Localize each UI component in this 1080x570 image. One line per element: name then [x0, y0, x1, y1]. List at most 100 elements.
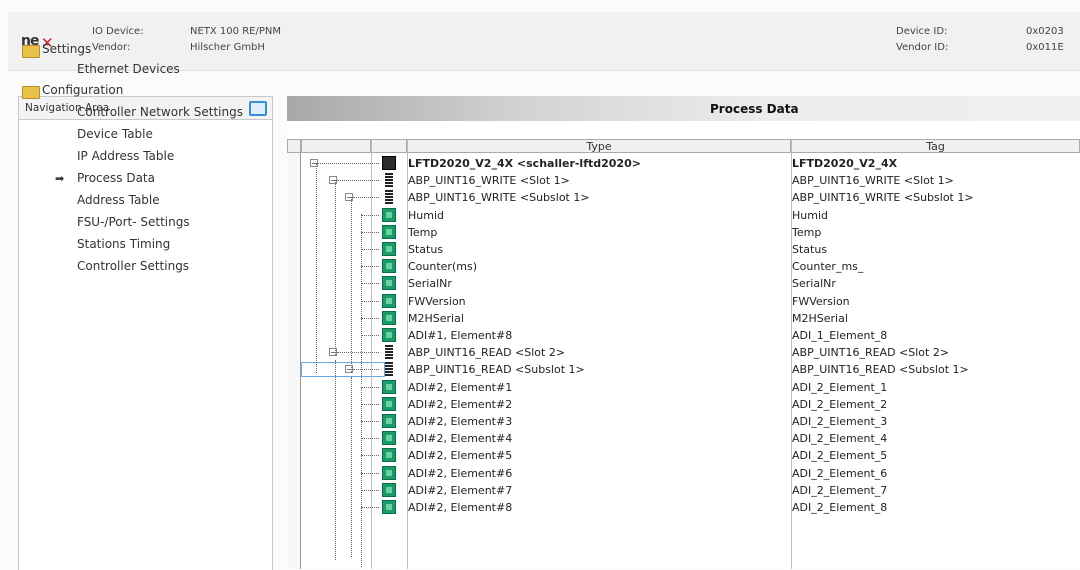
process-data-panel: Process Data Type Tag − LFTD2020_V2_4X <s…: [287, 96, 1080, 569]
tree-line: [335, 360, 336, 560]
vendor-id-value: 0x011E: [1026, 42, 1064, 53]
tree-connector: [353, 369, 379, 371]
column-header-tag[interactable]: Tag: [791, 139, 1080, 153]
type-cell: ADI#2, Element#4: [408, 432, 513, 446]
process-data-title-bar: Process Data: [287, 96, 1080, 121]
nav-item-settings[interactable]: Settings: [42, 42, 91, 56]
tag-cell[interactable]: ADI_2_Element_7: [792, 484, 887, 497]
tag-cell[interactable]: ADI_2_Element_4: [792, 432, 887, 445]
tree-connector: [361, 507, 379, 508]
type-cell: ADI#1, Element#8: [408, 329, 513, 342]
column-header-icon[interactable]: [371, 139, 407, 153]
nav-item-controller-settings[interactable]: Controller Settings: [77, 259, 189, 273]
adi-element-icon: [382, 448, 396, 463]
tree-connector: [361, 214, 379, 216]
tag-cell[interactable]: ADI_2_Element_8: [792, 501, 887, 514]
tag-cell[interactable]: ABP_UINT16_READ <Subslot 1>: [792, 363, 969, 376]
tag-cell[interactable]: SerialNr: [792, 277, 836, 290]
table-row[interactable]: ADI#2, Element#1 ADI_2_Element_1: [287, 379, 1080, 396]
type-cell: FWVersion: [408, 294, 466, 308]
column-header-type[interactable]: Type: [407, 139, 791, 153]
table-row[interactable]: Temp Temp: [287, 224, 1080, 241]
tag-cell[interactable]: ADI_2_Element_2: [792, 398, 887, 411]
tag-cell[interactable]: Temp: [792, 226, 821, 239]
grid-corner: [287, 139, 301, 153]
table-row[interactable]: ADI#2, Element#8 ADI_2_Element_8: [287, 499, 1080, 516]
adi-element-icon: [382, 259, 396, 274]
window-toggle-icon[interactable]: [249, 101, 267, 116]
table-row[interactable]: ADI#2, Element#4 ADI_2_Element_4: [287, 430, 1080, 447]
table-row[interactable]: ADI#2, Element#2 ADI_2_Element_2: [287, 396, 1080, 413]
tree-connector: [361, 421, 379, 422]
vendor-label: Vendor:: [92, 42, 131, 53]
table-row[interactable]: ADI#2, Element#7 ADI_2_Element_7: [287, 482, 1080, 499]
nav-item-configuration[interactable]: Configuration: [42, 83, 123, 97]
type-cell: ABP_UINT16_WRITE <Slot 1>: [408, 174, 570, 188]
type-cell: ABP_UINT16_READ <Subslot 1>: [408, 363, 585, 377]
slot-module-icon: [385, 345, 393, 360]
table-row[interactable]: ADI#2, Element#3 ADI_2_Element_3: [287, 413, 1080, 430]
tag-cell[interactable]: ABP_UINT16_WRITE <Subslot 1>: [792, 191, 974, 204]
tree-connector: [361, 386, 379, 388]
tree-line: [351, 377, 352, 557]
type-cell: LFTD2020_V2_4X <schaller-lftd2020>: [408, 157, 641, 170]
tree-connector: [361, 249, 379, 250]
tag-cell[interactable]: ADI_2_Element_3: [792, 415, 887, 428]
adi-element-icon: [382, 242, 396, 256]
type-cell: ABP_UINT16_WRITE <Subslot 1>: [408, 191, 590, 205]
nav-item-stations-timing[interactable]: Stations Timing: [77, 237, 170, 251]
tag-cell[interactable]: ABP_UINT16_WRITE <Slot 1>: [792, 174, 954, 187]
tree-connector: [361, 317, 379, 319]
tag-cell[interactable]: FWVersion: [792, 295, 850, 308]
tree-line: [361, 387, 362, 567]
tree-connector: [361, 231, 379, 233]
tag-cell[interactable]: Counter_ms_: [792, 260, 863, 273]
table-row[interactable]: − ABP_UINT16_WRITE <Subslot 1> ABP_UINT16_…: [287, 189, 1080, 206]
tag-cell[interactable]: LFTD2020_V2_4X: [792, 157, 897, 170]
tag-cell[interactable]: ABP_UINT16_READ <Slot 2>: [792, 346, 949, 359]
folder-icon: [22, 45, 40, 58]
type-cell: ADI#2, Element#8: [408, 501, 513, 514]
table-row[interactable]: − ABP_UINT16_READ <Slot 2> ABP_UINT16_READ…: [287, 344, 1080, 361]
tag-cell[interactable]: Status: [792, 243, 827, 256]
nav-item-ip-address-table[interactable]: IP Address Table: [77, 149, 174, 163]
nav-item-controller-network-settings[interactable]: Controller Network Settings: [77, 105, 243, 119]
nav-item-address-table[interactable]: Address Table: [77, 193, 160, 207]
table-row[interactable]: ADI#2, Element#6 ADI_2_Element_6: [287, 465, 1080, 482]
table-row[interactable]: Status Status: [287, 241, 1080, 258]
table-row[interactable]: SerialNr SerialNr: [287, 275, 1080, 292]
adi-element-icon: [382, 431, 396, 446]
tag-cell[interactable]: ADI_2_Element_6: [792, 467, 887, 480]
tree-connector: [361, 455, 379, 457]
table-row[interactable]: FWVersion FWVersion: [287, 293, 1080, 310]
tree-line: [361, 214, 362, 384]
nav-item-fsu-port-settings[interactable]: FSU-/Port- Settings: [77, 215, 190, 229]
type-cell: Humid: [408, 208, 444, 222]
table-row[interactable]: M2HSerial M2HSerial: [287, 310, 1080, 327]
type-cell: ADI#2, Element#2: [408, 397, 513, 411]
tree-connector: [361, 283, 379, 285]
table-row[interactable]: − ABP_UINT16_WRITE <Slot 1> ABP_UINT16_WRI…: [287, 172, 1080, 189]
table-row[interactable]: ADI#1, Element#8 ADI_1_Element_8: [287, 327, 1080, 344]
table-row[interactable]: − LFTD2020_V2_4X <schaller-lftd2020> LFTD2…: [287, 155, 1080, 172]
nav-item-ethernet-devices[interactable]: Ethernet Devices: [77, 62, 180, 76]
nav-item-process-data[interactable]: Process Data: [77, 171, 155, 185]
nav-item-device-table[interactable]: Device Table: [77, 127, 153, 141]
adi-element-icon: [382, 465, 396, 480]
table-row[interactable]: − ABP_UINT16_READ <Subslot 1> ABP_UINT16_R…: [287, 361, 1080, 378]
adi-element-icon: [382, 328, 396, 342]
tree-connector: [361, 489, 379, 491]
table-row[interactable]: Humid Humid: [287, 207, 1080, 224]
table-row[interactable]: ADI#2, Element#5 ADI_2_Element_5: [287, 447, 1080, 464]
tree-connector: [337, 180, 379, 182]
folder-icon: [22, 86, 40, 99]
tag-cell[interactable]: ADI_2_Element_5: [792, 449, 887, 462]
column-separator: [371, 139, 372, 569]
tag-cell[interactable]: Humid: [792, 209, 828, 222]
column-header-tree[interactable]: [301, 139, 371, 153]
tag-cell[interactable]: M2HSerial: [792, 312, 848, 325]
tag-cell[interactable]: ADI_2_Element_1: [792, 381, 887, 394]
table-row[interactable]: Counter(ms) Counter_ms_: [287, 258, 1080, 275]
device-icon: [382, 156, 396, 170]
tag-cell[interactable]: ADI_1_Element_8: [792, 329, 887, 342]
